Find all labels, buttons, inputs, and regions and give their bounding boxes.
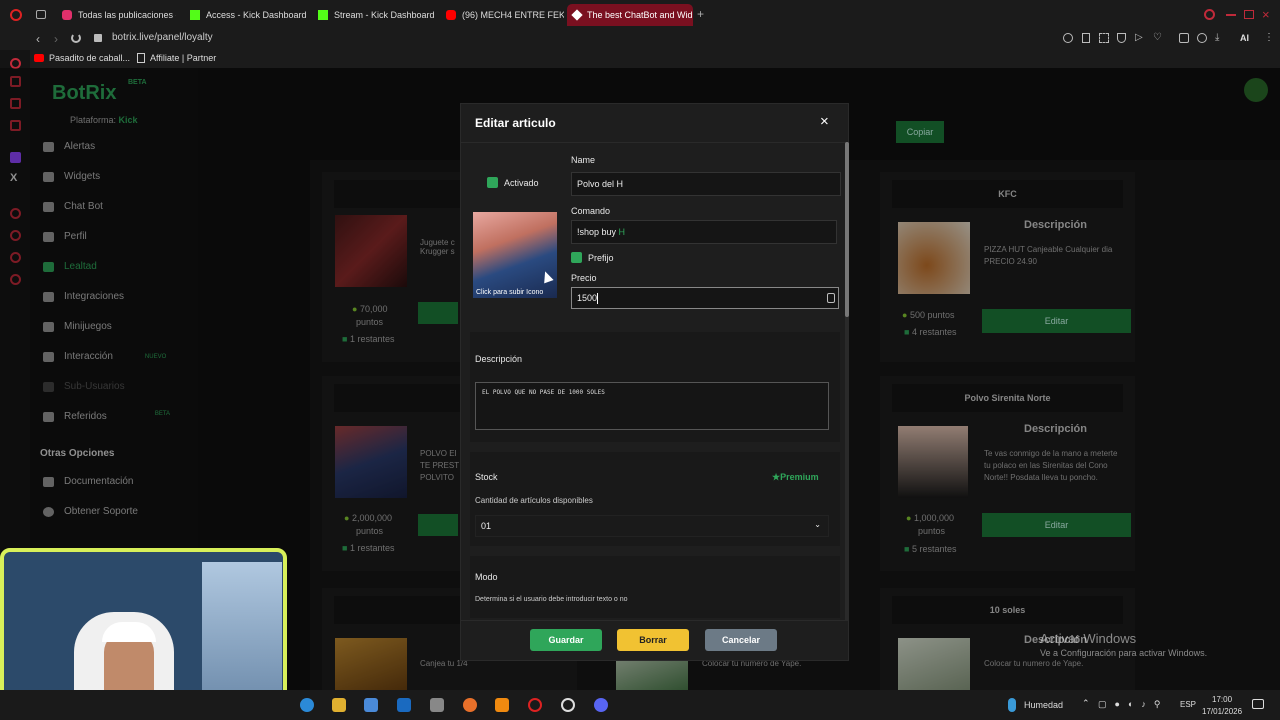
bookmarks-bar: Pasadito de caball... Affiliate | Partne… (0, 50, 1280, 68)
modal-footer-divider (461, 620, 848, 621)
chevron-down-icon: ⌄ (814, 520, 821, 529)
weather-icon (1008, 698, 1016, 712)
modal-body: Activado Click para subir Icono Name Pol… (462, 142, 844, 618)
close-icon[interactable]: × (820, 113, 829, 130)
kick-icon (190, 10, 200, 20)
minimize-button[interactable] (1226, 14, 1236, 16)
icon-upload-caption: Click para subir Icono (476, 289, 544, 296)
item-icon-upload[interactable] (473, 212, 557, 298)
prefijo-checkbox[interactable] (571, 252, 582, 263)
activado-label: Activado (504, 178, 539, 188)
bookmark-affiliate[interactable]: Affiliate | Partner (137, 53, 216, 63)
modal-title: Editar articulo (475, 116, 556, 130)
lock-icon (94, 34, 102, 42)
pin-icon[interactable] (1082, 33, 1090, 43)
download-icon[interactable]: ⤓ (1215, 32, 1219, 43)
modal-scrollbar[interactable] (845, 142, 849, 620)
extensions-icon[interactable] (1179, 33, 1189, 43)
tab-botrix[interactable]: The best ChatBot and Wid (567, 4, 693, 26)
botrix-icon (571, 9, 583, 21)
app-icon[interactable] (430, 698, 444, 712)
mode-label: Modo (475, 572, 498, 582)
stock-label: Stock (475, 472, 498, 482)
outlook-icon[interactable] (397, 698, 411, 712)
description-textarea[interactable]: EL POLVO QUE NO PASE DE 1000 SOLES (475, 382, 829, 430)
bookmark-pasadito[interactable]: Pasadito de caball... (34, 53, 130, 63)
webcam-cap (102, 622, 156, 642)
vlc-icon[interactable] (495, 698, 509, 712)
tab-instagram[interactable]: Todas las publicaciones - (56, 4, 176, 26)
profile-icon[interactable] (1197, 33, 1207, 43)
windows-activation-subtitle: Ve a Configuración para activar Windows. (1040, 648, 1208, 658)
description-label: Descripción (475, 354, 523, 364)
spinner-icon[interactable] (827, 293, 835, 303)
youtube-icon (34, 54, 44, 62)
back-icon[interactable]: ‹ (36, 32, 40, 46)
windows-taskbar: Humedad ⌃ ▢●◐♪⚲ ESP 17:00 17/01/2026 (0, 690, 1280, 720)
tray-icons[interactable]: ▢●◐♪⚲ (1098, 699, 1168, 710)
tab-youtube[interactable]: (96) MECH4 ENTRE FEKA (440, 4, 564, 26)
save-button[interactable]: Guardar (530, 629, 602, 651)
notification-icon[interactable] (1252, 699, 1264, 709)
shield-icon[interactable] (1117, 33, 1126, 43)
url-field[interactable]: botrix.live/panel/loyalty (112, 32, 213, 43)
menu-icon[interactable]: ⋮ (1264, 32, 1274, 43)
name-label: Name (571, 155, 596, 165)
play-icon[interactable]: ▷ (1135, 32, 1143, 43)
price-input[interactable]: 1500 (571, 287, 839, 309)
page-icon (137, 53, 145, 63)
tab-kick-access[interactable]: Access - Kick Dashboard (184, 4, 306, 26)
clock-time[interactable]: 17:00 (1212, 695, 1232, 704)
browser-logo-icon[interactable] (10, 9, 22, 21)
price-label: Precio (571, 273, 597, 283)
premium-badge: ★Premium (772, 472, 819, 482)
screenshot-icon[interactable] (1099, 33, 1109, 43)
address-bar-row: ‹ › botrix.live/panel/loyalty ▷ ♡ ⤓ AI ⋮ (0, 30, 1280, 50)
text-cursor (597, 292, 599, 304)
mode-section (470, 556, 840, 618)
scrollbar-thumb[interactable] (845, 142, 849, 317)
command-input[interactable]: !shop buy H (571, 220, 837, 244)
name-input[interactable]: Polvo del H (571, 172, 841, 196)
delete-button[interactable]: Borrar (617, 629, 689, 651)
tab-overview-icon[interactable] (36, 10, 46, 19)
command-label: Comando (571, 206, 611, 216)
firefox-icon[interactable] (463, 698, 477, 712)
close-window-button[interactable]: × (1262, 7, 1270, 22)
windows-activation-title: Activar Windows (1040, 631, 1137, 646)
star-icon: ★ (772, 472, 781, 482)
prefijo-label: Prefijo (588, 253, 614, 263)
stock-sublabel: Cantidad de artículos disponibles (475, 496, 593, 505)
language-indicator[interactable]: ESP (1180, 700, 1196, 709)
instagram-icon (62, 10, 72, 20)
file-explorer-icon[interactable] (332, 698, 346, 712)
stock-select[interactable]: 01 ⌄ (475, 515, 829, 537)
tab-kick-stream[interactable]: Stream - Kick Dashboard (312, 4, 436, 26)
clock-date[interactable]: 17/01/2026 (1202, 707, 1242, 716)
heart-icon[interactable]: ♡ (1153, 32, 1162, 43)
zoom-icon[interactable] (1063, 33, 1073, 43)
activado-checkbox[interactable] (487, 177, 498, 188)
reload-icon[interactable] (71, 33, 81, 43)
mode-sublabel: Determina si el usuario debe introducir … (475, 596, 628, 603)
edge-icon[interactable] (300, 698, 314, 712)
browser-tab-bar: Todas las publicaciones - Access - Kick … (0, 0, 1280, 30)
tray-chevron-icon[interactable]: ⌃ (1082, 698, 1090, 709)
cancel-button[interactable]: Cancelar (705, 629, 777, 651)
store-icon[interactable] (364, 698, 378, 712)
kick-icon (318, 10, 328, 20)
youtube-icon (446, 10, 456, 20)
search-icon[interactable] (1204, 9, 1215, 20)
ai-button[interactable]: AI (1240, 33, 1249, 43)
discord-icon[interactable] (594, 698, 608, 712)
forward-icon[interactable]: › (54, 32, 58, 46)
weather-label[interactable]: Humedad (1024, 700, 1063, 710)
opera-icon[interactable] (528, 698, 542, 712)
obs-icon[interactable] (561, 698, 575, 712)
new-tab-button[interactable]: + (697, 8, 707, 20)
maximize-button[interactable] (1244, 10, 1254, 19)
